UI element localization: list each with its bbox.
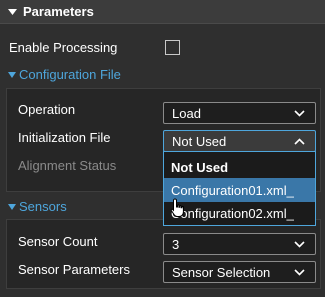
sensor-count-value: 3 (172, 236, 180, 252)
sensor-count-label: Sensor Count (18, 234, 98, 249)
sensor-parameters-select[interactable]: Sensor Selection (163, 261, 316, 283)
alignment-status-label: Alignment Status (18, 158, 117, 173)
chevron-down-icon (294, 269, 305, 276)
sensor-count-select[interactable]: 3 (163, 233, 316, 255)
chevron-up-icon (294, 138, 305, 145)
operation-label: Operation (18, 102, 76, 117)
chevron-down-icon (294, 241, 305, 248)
section-collapse-icon[interactable] (8, 72, 16, 78)
sensor-parameters-value: Sensor Selection (172, 264, 271, 280)
dropdown-option-configuration01[interactable]: Configuration01.xml_ (164, 178, 315, 202)
hand-pointer-icon (170, 198, 184, 217)
panel-title: Parameters (23, 4, 94, 19)
configuration-section-title[interactable]: Configuration File (19, 67, 121, 82)
operation-select[interactable]: Load (163, 102, 316, 124)
sensor-parameters-label: Sensor Parameters (18, 262, 130, 277)
dropdown-option-not-used[interactable]: Not Used (164, 155, 315, 179)
initialization-file-label: Initialization File (18, 130, 111, 145)
collapse-arrow-icon[interactable] (8, 9, 17, 15)
enable-processing-label: Enable Processing (9, 40, 118, 55)
operation-value: Load (172, 105, 201, 121)
initialization-file-value: Not Used (172, 133, 227, 149)
parameters-header[interactable]: Parameters (0, 0, 325, 24)
sensors-section-title[interactable]: Sensors (19, 199, 67, 214)
section-collapse-icon[interactable] (8, 204, 16, 210)
dropdown-option-configuration02[interactable]: Configuration02.xml_ (164, 201, 315, 225)
initialization-file-select[interactable]: Not Used (163, 130, 316, 152)
enable-processing-checkbox[interactable] (165, 40, 180, 55)
chevron-down-icon (294, 110, 305, 117)
